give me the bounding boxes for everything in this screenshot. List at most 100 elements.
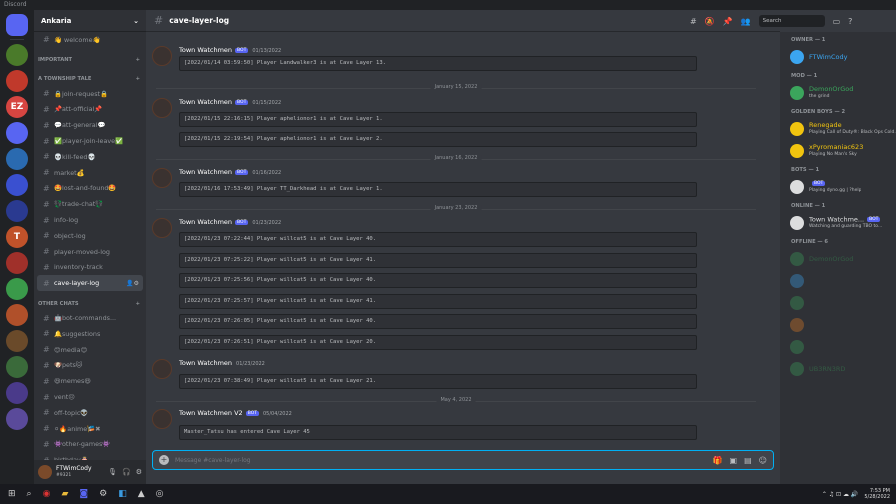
channel-township-7[interactable]: # 💱trade-chat💱 — [37, 196, 143, 212]
member-item[interactable]: DemonOrGod the grind — [780, 82, 896, 104]
member-item[interactable]: xPyromaniac623 Playing No Man's Sky — [780, 140, 896, 162]
tray-icons[interactable]: ⌃ ♫ ⊡ ☁ 🔊 — [822, 491, 859, 498]
channel-township-9[interactable]: # object-log — [37, 228, 143, 244]
gif-icon[interactable]: ▣ — [730, 456, 738, 465]
channel-other-1[interactable]: # 🔔suggestions — [37, 326, 143, 342]
discord-icon[interactable]: ◙ — [79, 489, 88, 499]
server-icon[interactable] — [6, 44, 28, 66]
server-icon[interactable] — [6, 200, 28, 222]
notification-bell-icon[interactable]: 🔕 — [705, 17, 715, 26]
channel-township-4[interactable]: # 💀kill-feed💀 — [37, 149, 143, 165]
windows-start-icon[interactable]: ⊞ — [8, 489, 16, 499]
channel-township-10[interactable]: # player-moved-log — [37, 244, 143, 260]
author-name[interactable]: Town Watchmen — [179, 98, 232, 106]
avatar[interactable] — [152, 46, 172, 66]
channel-other-3[interactable]: # 🐶pets🐱 — [37, 358, 143, 374]
member-item[interactable]: UB3RN3RD — [780, 358, 896, 380]
channel-other-8[interactable]: # 👾other-games👾 — [37, 437, 143, 453]
server-icon[interactable] — [6, 278, 28, 300]
category-important[interactable]: IMPORTANT + — [34, 54, 146, 67]
pin-icon[interactable]: 📌 — [723, 17, 733, 26]
channel-township-3[interactable]: # ✅player-join-leave✅ — [37, 133, 143, 149]
threads-icon[interactable]: # — [690, 17, 697, 26]
member-item[interactable] — [780, 314, 896, 336]
member-list-icon[interactable]: 👥 — [741, 17, 751, 26]
member-item[interactable] — [780, 270, 896, 292]
server-icon[interactable] — [6, 252, 28, 274]
channel-township-1[interactable]: # 📌att-official📌 — [37, 102, 143, 118]
avatar[interactable] — [152, 218, 172, 238]
opera-icon[interactable]: ◉ — [43, 489, 51, 499]
settings-icon[interactable]: ⚙ — [99, 489, 107, 499]
add-channel-icon[interactable]: + — [136, 76, 140, 82]
avatar[interactable] — [152, 359, 172, 379]
avatar[interactable] — [152, 98, 172, 118]
author-name[interactable]: Town Watchmen V2 — [179, 409, 243, 417]
author-name[interactable]: Town Watchmen — [179, 46, 232, 54]
emoji-icon[interactable]: ☺ — [759, 456, 767, 465]
app-icon[interactable]: ▲ — [138, 489, 145, 499]
member-item[interactable] — [780, 292, 896, 314]
channel-other-4[interactable]: # 😆memes😆 — [37, 373, 143, 389]
server-icon[interactable] — [6, 408, 28, 430]
folder-icon[interactable]: ▰ — [61, 489, 68, 499]
channel-other-0[interactable]: # 🤖bot-commands... — [37, 310, 143, 326]
server-icon[interactable] — [6, 14, 28, 36]
member-item[interactable]: FTWimCody — [780, 46, 896, 68]
vscode-icon[interactable]: ◧ — [118, 489, 127, 499]
channel-township-6[interactable]: # 🤩lost-and-found🤩 — [37, 181, 143, 197]
author-name[interactable]: Town Watchmen — [179, 359, 232, 367]
author-name[interactable]: Town Watchmen — [179, 218, 232, 226]
author-name[interactable]: Town Watchmen — [179, 168, 232, 176]
server-icon[interactable] — [6, 330, 28, 352]
category-other-chats[interactable]: OTHER CHATS + — [34, 297, 146, 310]
help-icon[interactable]: ? — [848, 17, 852, 26]
server-icon[interactable] — [6, 382, 28, 404]
channel-other-6[interactable]: # off-topic👽 — [37, 405, 143, 421]
sticker-icon[interactable]: ▤ — [744, 456, 752, 465]
mic-icon[interactable]: 🎙 — [108, 468, 117, 476]
member-item[interactable]: Renegade Playing Call of Duty®: Black Ops… — [780, 118, 896, 140]
server-icon[interactable] — [6, 122, 28, 144]
avatar[interactable] — [152, 168, 172, 188]
add-attachment-icon[interactable]: + — [159, 455, 169, 465]
server-icon[interactable]: EZ — [6, 96, 28, 118]
server-icon[interactable] — [6, 304, 28, 326]
channel-welcome[interactable]: # 👋 welcome👋 — [37, 32, 143, 48]
add-channel-icon[interactable]: + — [136, 57, 140, 63]
server-icon[interactable] — [6, 148, 28, 170]
search-input[interactable]: Search — [758, 15, 825, 27]
member-item[interactable]: BOT Playing dyno.gg | ?help — [780, 176, 896, 198]
server-icon[interactable] — [6, 356, 28, 378]
channel-township-2[interactable]: # 💬att-general💬 — [37, 117, 143, 133]
guild-header[interactable]: Ankaria ⌄ — [34, 10, 146, 32]
channel-other-7[interactable]: # ⚪🔥anime🎏✖ — [37, 421, 143, 437]
server-icon[interactable]: T — [6, 226, 28, 248]
search-icon[interactable]: ⌕ — [27, 489, 32, 499]
message-composer[interactable]: + Message #cave-layer-log 🎁 ▣ ▤ ☺ — [152, 450, 774, 470]
member-item[interactable] — [780, 336, 896, 358]
member-item[interactable]: DemonOrGod — [780, 248, 896, 270]
channel-township-11[interactable]: # inventory-track — [37, 260, 143, 276]
avatar[interactable] — [38, 465, 52, 479]
headphones-icon[interactable]: 🎧 — [122, 468, 131, 476]
channel-township-8[interactable]: # info-log — [37, 212, 143, 228]
channel-settings-icon[interactable]: 👤⚙ — [126, 280, 139, 287]
avatar[interactable] — [152, 409, 172, 429]
member-item[interactable]: Town Watchme... BOT Watching and guarding … — [780, 212, 896, 234]
github-icon[interactable]: ◎ — [156, 489, 164, 499]
server-icon[interactable] — [6, 174, 28, 196]
channel-other-5[interactable]: # vent😔 — [37, 389, 143, 405]
channel-township-12[interactable]: # cave-layer-log 👤⚙ — [37, 275, 143, 292]
message-input[interactable]: Message #cave-layer-log — [175, 457, 251, 464]
channel-township-0[interactable]: # 🔒join-request🔒 — [37, 86, 143, 102]
server-icon[interactable] — [6, 70, 28, 92]
inbox-icon[interactable]: ▭ — [833, 17, 841, 26]
channel-other-9[interactable]: #birthday🎂 — [37, 452, 143, 460]
gear-icon[interactable]: ⚙ — [136, 468, 142, 476]
add-channel-icon[interactable]: + — [136, 301, 140, 307]
channel-other-2[interactable]: # 😊media😊 — [37, 342, 143, 358]
category-township[interactable]: A TOWNSHIP TALE + — [34, 73, 146, 86]
gift-icon[interactable]: 🎁 — [713, 456, 723, 465]
channel-township-5[interactable]: # market💰 — [37, 165, 143, 181]
